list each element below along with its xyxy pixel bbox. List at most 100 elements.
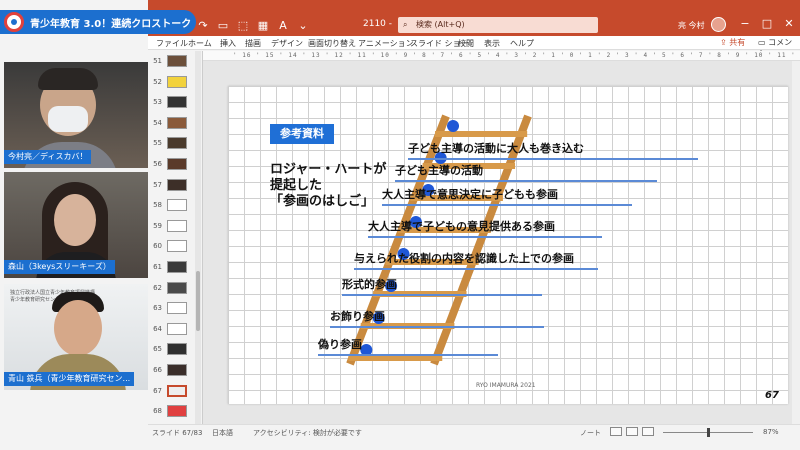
normal-view-button[interactable] xyxy=(610,427,622,436)
sorter-view-button[interactable] xyxy=(626,427,638,436)
thumbnail-number: 65 xyxy=(153,345,162,354)
minimize-button[interactable]: − xyxy=(738,17,752,31)
reading-view-button[interactable] xyxy=(642,427,654,436)
present-icon[interactable]: ▭ xyxy=(216,19,230,33)
tab-help[interactable]: ヘルプ xyxy=(510,38,534,49)
slide-thumbnails-pane: 51 52 53 54 55 56 57 58 59 60 61 62 63 64 65 66 67 68 xyxy=(148,51,203,424)
thumbnail-number: 54 xyxy=(153,118,162,127)
meeting-header: 青少年教育 3.0！連続クロストーク xyxy=(0,0,200,44)
table-icon[interactable]: ▦ xyxy=(256,19,270,33)
participant-name-tag: 今村亮／ディスカバ！ xyxy=(4,150,92,164)
slide-thumbnail[interactable] xyxy=(167,302,187,315)
reference-label: 参考資料 xyxy=(270,124,334,144)
zoom-slider-knob[interactable] xyxy=(707,428,710,437)
slide-thumbnail[interactable] xyxy=(167,116,187,129)
close-button[interactable]: ✕ xyxy=(782,17,796,31)
horizontal-ruler: ' 16 ' 15 ' 14 ' 13 ' 12 ' 11 ' 10 ' 9 '… xyxy=(203,51,800,61)
slide-number: 67 xyxy=(765,390,779,401)
slide-thumbnail[interactable] xyxy=(167,199,187,212)
participant-name-tag: 森山（3keysスリーキーズ） xyxy=(4,260,115,274)
ladder-rung-label: お飾り参画 xyxy=(330,308,544,328)
share-label: 共有 xyxy=(729,38,746,47)
zoom-level[interactable]: 87% xyxy=(763,428,779,436)
thumbnail-number: 55 xyxy=(153,139,162,148)
thumbnail-number: 52 xyxy=(153,77,162,86)
slide-thumbnail[interactable] xyxy=(167,137,187,150)
slide-thumbnail[interactable] xyxy=(167,219,187,232)
thumbnail-number: 62 xyxy=(153,283,162,292)
thumbnail-number: 67 xyxy=(153,386,162,395)
thumbnail-number: 66 xyxy=(153,366,162,374)
ladder-rung-label: 子ども主導の活動 xyxy=(395,162,657,182)
zoom-slider[interactable] xyxy=(663,428,753,437)
title-bar: ▣ ↶ ↷ ▭ ⬚ ▦ A ⌄ 2110 - ⌕ 検索 (Alt+Q) 亮 今村… xyxy=(148,0,800,36)
tab-insert[interactable]: 挿入 xyxy=(220,38,236,49)
tab-transitions[interactable]: 画面切り替え xyxy=(308,38,356,49)
slide-credit: RYO IMAMURA 2021 xyxy=(476,382,536,389)
text-icon[interactable]: A xyxy=(276,19,290,33)
slide-thumbnail[interactable] xyxy=(167,55,187,67)
meeting-title: 青少年教育 3.0！連続クロストーク xyxy=(30,19,192,30)
slide-thumbnail[interactable] xyxy=(167,158,187,170)
ribbon-tabs: ファイル ホーム 挿入 描画 デザイン 画面切り替え アニメーション スライド … xyxy=(148,36,800,58)
avatar[interactable] xyxy=(711,17,726,32)
ladder-rung-label: 形式的参画 xyxy=(342,276,542,296)
thumbnail-number: 63 xyxy=(153,304,162,313)
slide-thumbnail[interactable] xyxy=(167,343,187,356)
vertical-scrollbar[interactable] xyxy=(792,61,800,424)
thumbnail-number: 57 xyxy=(153,180,162,189)
search-icon: ⌕ xyxy=(403,20,408,29)
thumbnail-number: 61 xyxy=(153,263,162,271)
tab-review[interactable]: 校閲 xyxy=(458,38,474,49)
more-icon[interactable]: ⌄ xyxy=(296,19,310,33)
slide-thumbnail[interactable] xyxy=(167,261,187,273)
slide-thumbnail[interactable] xyxy=(167,364,187,376)
maximize-button[interactable]: □ xyxy=(760,17,774,31)
thumbnail-number: 68 xyxy=(153,407,162,416)
ladder-rung-label: 大人主導で子どもの意見提供ある参画 xyxy=(368,218,602,238)
participant-video-2[interactable]: 森山（3keysスリーキーズ） xyxy=(4,172,148,278)
slide-thumbnail[interactable] xyxy=(167,96,187,109)
logo-icon xyxy=(4,12,24,32)
slide-thumbnail-selected[interactable] xyxy=(167,384,187,397)
tab-animations[interactable]: アニメーション xyxy=(358,38,414,49)
participant-face xyxy=(54,194,96,246)
participant-face xyxy=(54,300,102,356)
thumbnail-number: 53 xyxy=(153,98,162,107)
search-input[interactable]: ⌕ 検索 (Alt+Q) xyxy=(398,17,598,33)
thumbnail-number: 51 xyxy=(153,57,162,65)
format-icon[interactable]: ⬚ xyxy=(236,19,250,33)
slide-thumbnail[interactable] xyxy=(167,240,187,253)
tab-draw[interactable]: 描画 xyxy=(245,38,261,49)
thumbnail-scrollbar[interactable] xyxy=(195,51,201,424)
rung-marker xyxy=(447,120,460,132)
ladder-rung-label: 大人主導で意思決定に子どもも参画 xyxy=(382,186,632,206)
notes-button[interactable]: ノート xyxy=(580,428,601,438)
slide-thumbnail[interactable] xyxy=(167,75,187,88)
face-mask xyxy=(48,106,88,132)
participant-name-tag: 青山 鉄兵（青少年教育研究セン... xyxy=(4,372,135,386)
search-placeholder: 検索 (Alt+Q) xyxy=(416,20,465,29)
status-accessibility[interactable]: アクセシビリティ: 検討が必要です xyxy=(253,428,362,438)
ladder-rung-label: 与えられた役割の内容を認識した上での参画 xyxy=(354,250,598,270)
participant-video-1[interactable]: 今村亮／ディスカバ！ xyxy=(4,62,148,168)
tab-design[interactable]: デザイン xyxy=(271,38,303,49)
thumbnail-number: 64 xyxy=(153,324,162,333)
user-name: 亮 今村 xyxy=(678,21,705,30)
slide-thumbnail[interactable] xyxy=(167,178,187,191)
slide-thumbnail[interactable] xyxy=(167,281,187,294)
share-button[interactable]: ⇪ 共有 xyxy=(720,37,745,48)
participant-video-3[interactable]: 独立行政法人国立青少年教育振興機構 青少年教育研究センター 青山 鉄兵（青少年教… xyxy=(4,284,148,390)
thumbnail-scroll-thumb[interactable] xyxy=(196,271,200,331)
ladder-rung-label: 偽り参画 xyxy=(318,336,498,356)
status-slide-count: スライド 67/83 xyxy=(152,429,203,437)
thumbnail-number: 58 xyxy=(153,201,162,210)
title-zoom: 2110 - xyxy=(363,19,393,29)
slide-thumbnail[interactable] xyxy=(167,322,187,335)
slide-thumbnail[interactable] xyxy=(167,405,187,418)
status-bar: スライド 67/83 日本語 アクセシビリティ: 検討が必要です ノート 87% xyxy=(148,424,800,450)
slide-canvas[interactable]: 参考資料 ロジャー・ハートが 提起した 「参画のはしご」 子ども主導の活動に大人… xyxy=(228,86,788,404)
thumbnail-number: 56 xyxy=(153,160,162,168)
tab-view[interactable]: 表示 xyxy=(484,38,500,49)
status-language[interactable]: 日本語 xyxy=(212,428,233,438)
